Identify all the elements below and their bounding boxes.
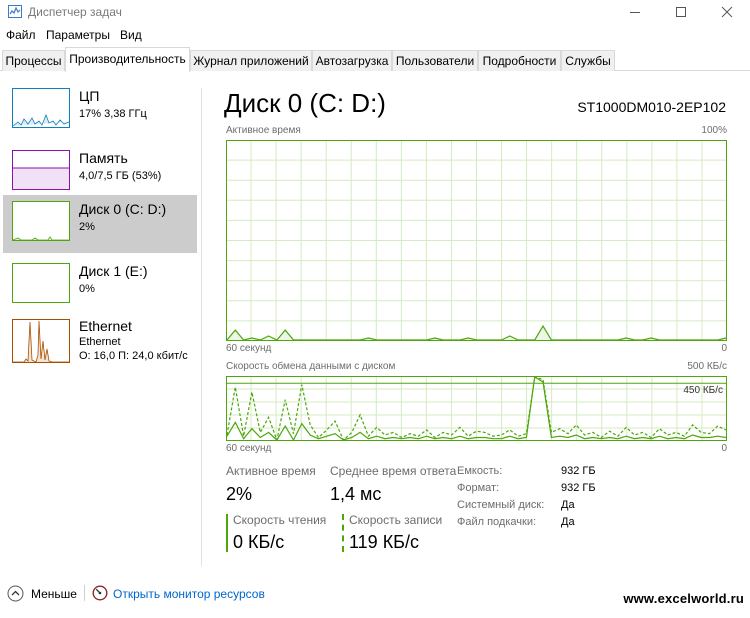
watermark: www.excelworld.ru (623, 591, 744, 606)
active-time-graph-x-left: 60 секунд (226, 343, 272, 354)
active-time-graph (226, 140, 727, 341)
capacity-value: 932 ГБ (561, 465, 596, 477)
memory-thumbnail-graph (12, 150, 70, 190)
title-bar: Диспетчер задач (0, 0, 750, 24)
ethernet-adapter: Ethernet (79, 336, 121, 348)
write-speed-label: Скорость записи (349, 513, 443, 527)
ethernet-name: Ethernet (79, 318, 132, 334)
resource-list: ЦП 17% 3,38 ГГц Память 4,0/7,5 ГБ (53%) … (0, 82, 200, 568)
menu-bar: Файл Параметры Вид (0, 26, 750, 44)
resource-disk-0[interactable]: Диск 0 (C: D:) 2% (3, 195, 197, 253)
disk-0-name: Диск 0 (C: D:) (79, 201, 167, 217)
formatted-label: Формат: (457, 482, 500, 494)
transfer-graph-label: Скорость обмена данными с диском (226, 361, 396, 372)
window-title: Диспетчер задач (28, 5, 122, 19)
ethernet-thumbnail-graph (12, 319, 70, 363)
resource-disk-1[interactable]: Диск 1 (E:) 0% (3, 257, 197, 315)
chevron-up-icon (7, 585, 24, 602)
disk-1-name: Диск 1 (E:) (79, 263, 148, 279)
resource-memory[interactable]: Память 4,0/7,5 ГБ (53%) (3, 144, 197, 202)
tab-app-history[interactable]: Журнал приложений (190, 50, 312, 71)
maximize-icon (676, 7, 686, 17)
menu-options[interactable]: Параметры (46, 28, 110, 42)
formatted-value: 932 ГБ (561, 482, 596, 494)
avg-response-label: Среднее время ответа (330, 464, 457, 478)
open-resource-monitor-label: Открыть монитор ресурсов (113, 587, 265, 601)
minimize-icon (630, 12, 640, 13)
cpu-name: ЦП (79, 88, 100, 104)
resource-ethernet[interactable]: Ethernet Ethernet О: 16,0 П: 24,0 кбит/с (3, 312, 197, 374)
resource-cpu[interactable]: ЦП 17% 3,38 ГГц (3, 82, 197, 140)
avg-response-value: 1,4 мс (330, 484, 382, 504)
system-disk-label: Системный диск: (457, 499, 545, 511)
write-speed-legend (342, 514, 344, 552)
page-file-value: Да (561, 516, 575, 528)
fewer-details-label: Меньше (31, 587, 77, 601)
active-time-label: Активное время (226, 464, 316, 478)
disk-0-thumbnail-graph (12, 201, 70, 241)
active-time-graph-label: Активное время (226, 125, 301, 136)
read-speed-value: 0 КБ/с (233, 532, 285, 552)
ethernet-throughput: О: 16,0 П: 24,0 кбит/с (79, 350, 188, 362)
cpu-usage: 17% 3,38 ГГц (79, 108, 147, 120)
disk-0-usage: 2% (79, 221, 95, 233)
tab-processes[interactable]: Процессы (2, 50, 65, 71)
capacity-label: Емкость: (457, 465, 503, 477)
close-button[interactable] (704, 0, 750, 24)
minimize-button[interactable] (612, 0, 658, 24)
tab-startup[interactable]: Автозагрузка (312, 50, 392, 71)
active-time-graph-x-right: 0 (721, 343, 727, 354)
transfer-graph-marker: 450 КБ/с (683, 385, 723, 396)
close-icon (721, 6, 733, 18)
resource-monitor-icon (92, 585, 108, 601)
menu-view[interactable]: Вид (120, 28, 142, 42)
tab-users[interactable]: Пользователи (392, 50, 478, 71)
disk-model: ST1000DM010-2EP102 (577, 99, 726, 115)
transfer-rate-graph (226, 376, 727, 441)
transfer-graph-x-left: 60 секунд (226, 443, 272, 454)
active-time-value: 2% (226, 484, 253, 504)
cpu-thumbnail-graph (12, 88, 70, 128)
write-speed-value: 119 КБ/с (349, 532, 419, 552)
pane-divider (201, 88, 202, 566)
system-disk-value: Да (561, 499, 575, 511)
tab-details[interactable]: Подробности (478, 50, 561, 71)
memory-usage: 4,0/7,5 ГБ (53%) (79, 170, 162, 182)
tab-bar: Процессы Производительность Журнал прило… (0, 47, 750, 72)
transfer-graph-x-right: 0 (721, 443, 727, 454)
disk-1-thumbnail-graph (12, 263, 70, 303)
task-manager-icon (8, 5, 22, 18)
active-time-graph-max: 100% (701, 125, 727, 136)
read-speed-legend (226, 514, 228, 552)
memory-name: Память (79, 150, 128, 166)
footer: Меньше Открыть монитор ресурсов www.exce… (0, 580, 750, 610)
tab-services[interactable]: Службы (561, 50, 615, 71)
transfer-graph-max: 500 КБ/с (687, 361, 727, 372)
menu-file[interactable]: Файл (6, 28, 36, 42)
disk-1-usage: 0% (79, 283, 95, 295)
disk-title: Диск 0 (C: D:) (224, 88, 386, 118)
maximize-button[interactable] (658, 0, 704, 24)
read-speed-label: Скорость чтения (233, 513, 327, 527)
tab-performance[interactable]: Производительность (65, 47, 190, 72)
footer-divider (84, 585, 85, 601)
page-file-label: Файл подкачки: (457, 516, 537, 528)
